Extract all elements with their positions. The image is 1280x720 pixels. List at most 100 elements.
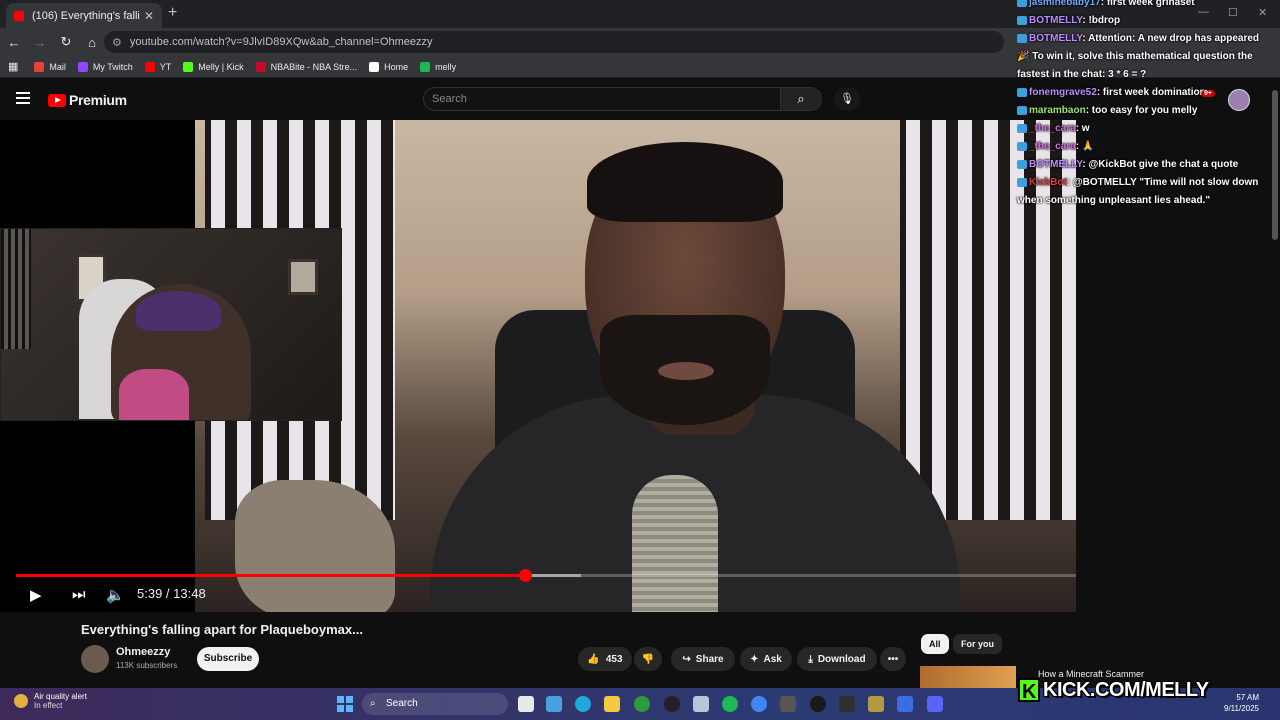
chat-message: KickBot: @BOTMELLY "Time will not slow d…	[1017, 174, 1273, 210]
taskbar-search[interactable]: ⌕ Search	[362, 693, 508, 715]
bookmark-my-twitch[interactable]: My Twitch	[77, 61, 133, 72]
chrome-icon[interactable]	[751, 696, 767, 712]
forward-icon[interactable]: →	[28, 35, 52, 50]
chat-message: BOTMELLY: !bdrop	[1017, 12, 1273, 30]
channel-avatar[interactable]	[81, 645, 109, 673]
search-icon: ⌕	[370, 698, 376, 709]
reload-icon[interactable]: ↻	[54, 34, 78, 50]
webcam-streamer-cap	[136, 291, 221, 331]
search-input[interactable]: Search	[423, 87, 781, 111]
chat-username[interactable]: fonemgrave52	[1029, 87, 1097, 98]
youtube-logo-icon	[48, 93, 66, 107]
microphone-prop	[632, 475, 718, 612]
chat-username[interactable]: BOTMELLY	[1029, 33, 1082, 44]
webcam-streamer-shirt	[119, 369, 189, 420]
chip-all[interactable]: All	[921, 634, 949, 654]
bookmark-mail[interactable]: Mail	[34, 61, 66, 72]
copilot-icon[interactable]	[546, 696, 562, 712]
bookmark-nbabite[interactable]: NBABite - NBA Stre...	[255, 61, 357, 72]
bookmark-yt[interactable]: YT	[144, 61, 171, 72]
task-view-icon[interactable]	[518, 696, 534, 712]
weather-alert-icon[interactable]	[14, 694, 28, 708]
apps-grid-icon[interactable]: ▦	[8, 60, 18, 73]
browser-tab[interactable]: (106) Everything's falling apart ✕	[6, 3, 162, 28]
back-icon[interactable]: ←	[2, 35, 26, 50]
site-info-icon[interactable]: ⚙	[112, 36, 122, 49]
bookmark-melly[interactable]: melly	[420, 61, 456, 72]
app-icon[interactable]	[868, 696, 884, 712]
dislike-button[interactable]: 👎	[634, 647, 662, 671]
weather-widget[interactable]: Air quality alert In effect	[34, 692, 87, 710]
webcam-wall-frame	[288, 259, 318, 295]
gmail-icon	[34, 61, 45, 72]
video-player[interactable]: ▶ ⏭ 🔈 5:39 / 13:48 CC ⚙ HD ▭ ⛶	[0, 120, 1076, 612]
like-button[interactable]: 👍 453	[578, 647, 632, 671]
chat-username[interactable]: _the_cara	[1029, 123, 1076, 134]
subscriber-count: 113K subscribers	[116, 661, 178, 670]
voice-search-icon[interactable]: 🎙	[834, 87, 860, 111]
chat-badge-icon	[1017, 15, 1027, 25]
thumbs-down-icon: 👎	[641, 653, 655, 665]
chat-message: BOTMELLY: Attention: A new drop has appe…	[1017, 30, 1273, 84]
kick-icon	[183, 61, 194, 72]
chat-username[interactable]: marambaon	[1029, 105, 1086, 116]
obs-icon[interactable]	[839, 696, 855, 712]
chat-text: : !bdrop	[1082, 15, 1121, 26]
next-video-icon[interactable]: ⏭	[72, 586, 86, 603]
played-bar	[16, 574, 525, 577]
app-icon[interactable]	[780, 696, 796, 712]
x-icon	[369, 61, 380, 72]
spotify-icon[interactable]	[722, 696, 738, 712]
user-avatar[interactable]	[1228, 89, 1250, 111]
volume-icon[interactable]: 🔈	[106, 586, 125, 604]
ask-button[interactable]: ✦ Ask	[740, 647, 792, 671]
chat-message: BOTMELLY: @KickBot give the chat a quote	[1017, 156, 1273, 174]
subscribe-button[interactable]: Subscribe	[197, 647, 259, 671]
twitch-icon	[77, 61, 88, 72]
bookmark-melly-kick[interactable]: Melly | Kick	[183, 61, 244, 72]
media-player-icon[interactable]	[810, 696, 826, 712]
search-button[interactable]: ⌕	[780, 87, 822, 111]
store-icon[interactable]	[693, 696, 709, 712]
page-scrollbar[interactable]	[1272, 90, 1278, 240]
new-tab-button[interactable]: +	[168, 4, 177, 22]
chat-badge-icon	[1017, 177, 1027, 187]
file-explorer-icon[interactable]	[604, 696, 620, 712]
chat-username[interactable]: jasminebaby17	[1029, 0, 1101, 8]
chat-badge-icon	[1017, 87, 1027, 97]
chat-badge-icon	[1017, 141, 1027, 151]
chip-for-you[interactable]: For you	[953, 634, 1002, 654]
recommended-thumbnail[interactable]	[920, 666, 1016, 690]
play-icon[interactable]: ▶	[30, 586, 42, 604]
app-icon[interactable]	[897, 696, 913, 712]
download-button[interactable]: ⤓ Download	[797, 647, 877, 671]
xbox-icon[interactable]	[634, 696, 650, 712]
youtube-premium-logo[interactable]: Premium	[48, 92, 127, 108]
menu-icon[interactable]	[16, 92, 30, 104]
bookmark-home[interactable]: Home	[369, 61, 408, 72]
chat-username[interactable]: _the_cara	[1029, 141, 1076, 152]
url-text: youtube.com/watch?v=9JlvID89XQw&ab_chann…	[129, 36, 433, 48]
nba-icon	[255, 61, 266, 72]
melly-icon	[420, 61, 431, 72]
share-button[interactable]: ↪ Share	[671, 647, 735, 671]
chat-text: : 🙏	[1075, 141, 1095, 152]
chat-username[interactable]: BOTMELLY	[1029, 15, 1082, 26]
chatgpt-icon[interactable]	[664, 696, 680, 712]
address-bar[interactable]: ⚙ youtube.com/watch?v=9JlvID89XQw&ab_cha…	[104, 31, 1004, 53]
screen: (106) Everything's falling apart ✕ + — ☐…	[0, 0, 1280, 720]
close-tab-icon[interactable]: ✕	[144, 9, 154, 23]
scrubber-handle[interactable]	[518, 569, 532, 582]
windows-start-icon[interactable]	[337, 696, 353, 712]
chat-username[interactable]: BOTMELLY	[1029, 159, 1082, 170]
progress-bar[interactable]	[16, 569, 1076, 582]
chat-username[interactable]: KickBot	[1029, 177, 1067, 188]
taskbar-clock[interactable]: 57 AM 9/11/2025	[1224, 692, 1259, 714]
discord-icon[interactable]	[927, 696, 943, 712]
time-display: 5:39 / 13:48	[137, 586, 206, 601]
channel-name[interactable]: Ohmeezzy	[116, 646, 170, 658]
edge-icon[interactable]	[575, 696, 591, 712]
home-icon[interactable]: ⌂	[80, 35, 104, 50]
notification-count-badge: 9+	[1201, 90, 1215, 97]
more-actions-button[interactable]: •••	[880, 647, 906, 671]
